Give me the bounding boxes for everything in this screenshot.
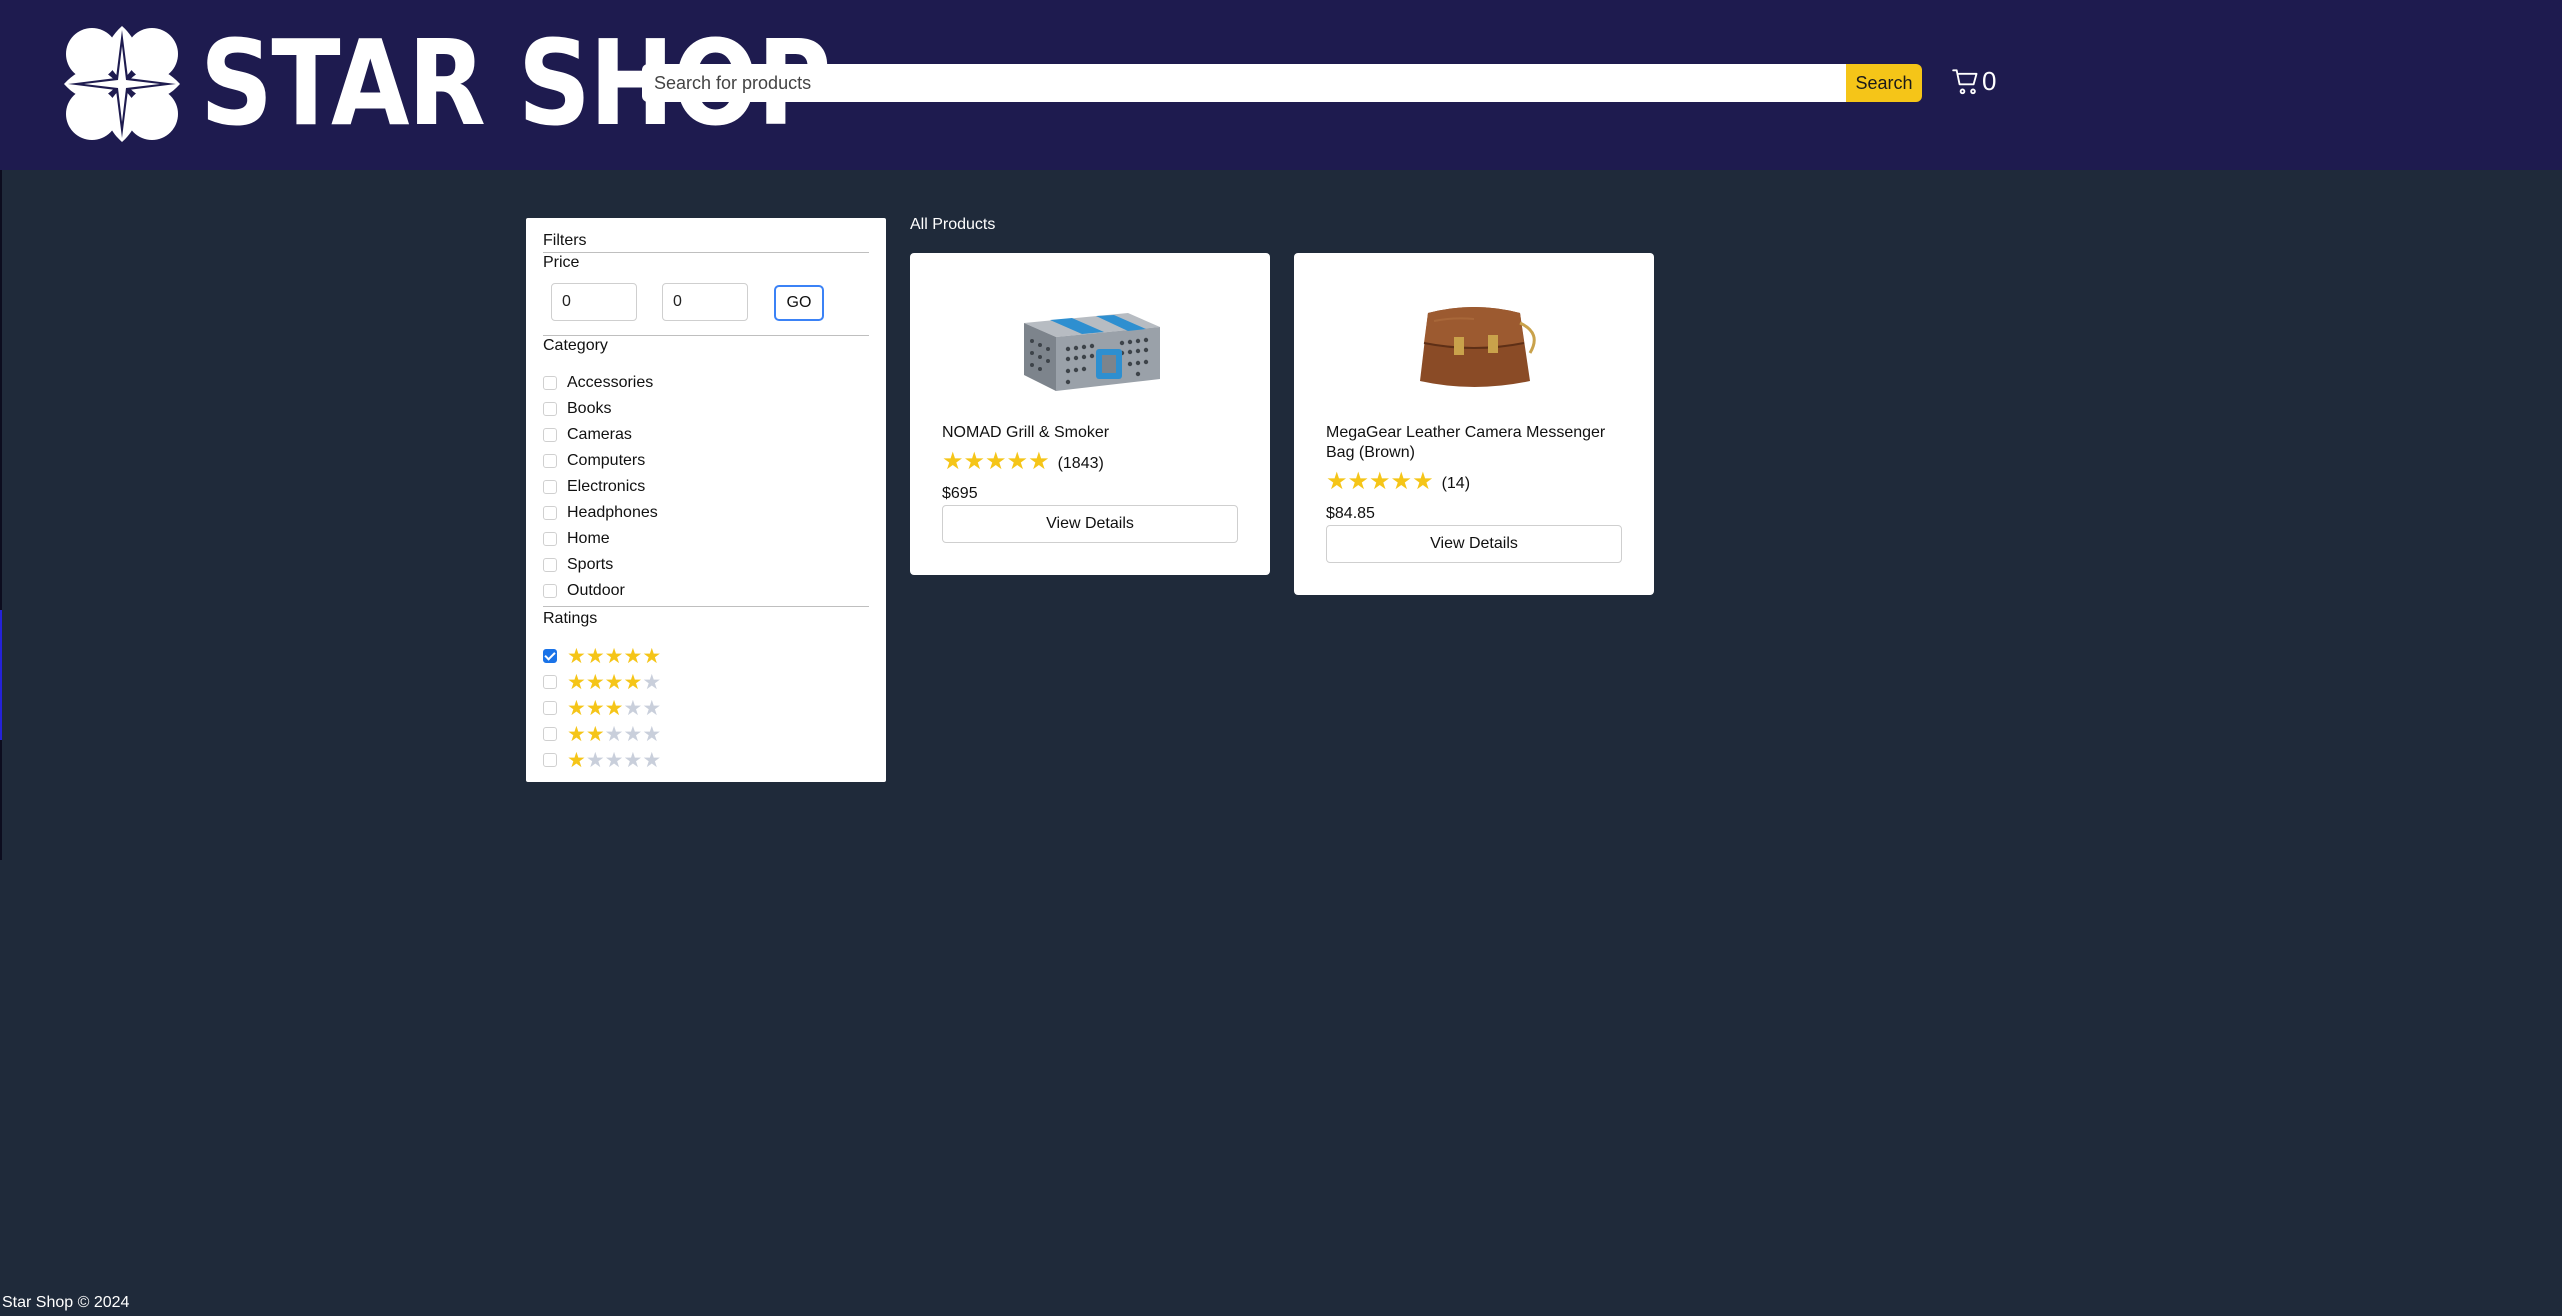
category-item[interactable]: Accessories [543, 370, 869, 396]
product-image[interactable] [1326, 273, 1622, 423]
category-checkbox[interactable] [543, 532, 557, 546]
cart-icon [1952, 68, 1978, 94]
star-rating: ★★★★★ [567, 644, 662, 668]
category-label: Outdoor [567, 582, 625, 599]
category-checkbox[interactable] [543, 376, 557, 390]
star-rating: ★★★★★ [567, 696, 662, 720]
product-price: $695 [942, 485, 978, 502]
category-checkbox[interactable] [543, 584, 557, 598]
price-range: GO [543, 273, 869, 333]
rating-checkbox[interactable] [543, 649, 557, 663]
price-label: Price [543, 254, 580, 271]
rating-checkbox[interactable] [543, 753, 557, 767]
category-checkbox[interactable] [543, 454, 557, 468]
product-image[interactable] [942, 273, 1238, 423]
category-item[interactable]: Home [543, 526, 869, 552]
view-details-button[interactable]: View Details [942, 505, 1238, 543]
rating-option[interactable]: ★★★★★ [543, 643, 869, 669]
product-card: MegaGear Leather Camera Messenger Bag (B… [1294, 253, 1654, 595]
category-label: Books [567, 400, 612, 417]
product-name[interactable]: MegaGear Leather Camera Messenger Bag (B… [1326, 423, 1622, 463]
divider [543, 606, 869, 607]
header: STAR SHOP Search 0 [0, 0, 2562, 170]
price-go-button[interactable]: GO [774, 285, 824, 321]
star-logo-icon[interactable] [62, 24, 182, 144]
category-item[interactable]: Electronics [543, 474, 869, 500]
price-max-input[interactable] [662, 283, 748, 321]
category-label: Home [567, 530, 610, 547]
search-button[interactable]: Search [1846, 64, 1922, 102]
view-details-button[interactable]: View Details [1326, 525, 1622, 563]
rating-option[interactable]: ★★★★★ [543, 721, 869, 747]
product-rating: ★★★★★ (14) [1326, 469, 1622, 495]
products-title: All Products [910, 216, 996, 233]
cart-button[interactable]: 0 [1952, 66, 1996, 97]
ratings-list: ★★★★★ ★★★★★ ★★★★★ ★★★★★ ★★★★★ [543, 643, 869, 773]
star-rating: ★★★★★ [942, 448, 1050, 475]
rating-option[interactable]: ★★★★★ [543, 695, 869, 721]
leather-bag-image [1420, 307, 1536, 387]
category-checkbox[interactable] [543, 558, 557, 572]
category-checkbox[interactable] [543, 402, 557, 416]
category-checkbox[interactable] [543, 480, 557, 494]
category-item[interactable]: Sports [543, 552, 869, 578]
price-min-input[interactable] [551, 283, 637, 321]
star-rating: ★★★★★ [1326, 468, 1434, 495]
category-checkbox[interactable] [543, 506, 557, 520]
rating-checkbox[interactable] [543, 727, 557, 741]
category-checkbox[interactable] [543, 428, 557, 442]
star-rating: ★★★★★ [567, 670, 662, 694]
star-rating: ★★★★★ [567, 722, 662, 746]
footer-text: Star Shop © 2024 [2, 1294, 130, 1311]
left-edge-strip [0, 170, 2, 860]
rating-option[interactable]: ★★★★★ [543, 747, 869, 773]
grill-case-image [1024, 313, 1160, 391]
product-rating: ★★★★★ (1843) [942, 449, 1238, 475]
cart-count: 0 [1982, 66, 1997, 96]
category-label: Electronics [567, 478, 646, 495]
category-list: Accessories Books Cameras Computers Electron… [543, 370, 869, 604]
category-item[interactable]: Cameras [543, 422, 869, 448]
filters-title: Filters [543, 232, 587, 249]
category-item[interactable]: Computers [543, 448, 869, 474]
rating-option[interactable]: ★★★★★ [543, 669, 869, 695]
category-label: Category [543, 337, 608, 354]
review-count: (14) [1441, 475, 1471, 492]
product-price: $84.85 [1326, 505, 1375, 522]
product-name[interactable]: NOMAD Grill & Smoker [942, 423, 1238, 443]
category-item[interactable]: Books [543, 396, 869, 422]
review-count: (1843) [1057, 455, 1104, 472]
filters-panel: Filters Price GO Category Accessories Boo… [526, 218, 886, 782]
category-item[interactable]: Headphones [543, 500, 869, 526]
search-input[interactable] [642, 64, 1847, 102]
category-label: Sports [567, 556, 614, 573]
product-card: NOMAD Grill & Smoker ★★★★★ (1843) $695 V… [910, 253, 1270, 575]
category-label: Computers [567, 452, 646, 469]
category-label: Accessories [567, 374, 654, 391]
category-label: Headphones [567, 504, 658, 521]
rating-checkbox[interactable] [543, 675, 557, 689]
ratings-label: Ratings [543, 610, 598, 627]
category-label: Cameras [567, 426, 632, 443]
star-rating: ★★★★★ [567, 748, 662, 772]
category-item[interactable]: Outdoor [543, 578, 869, 604]
rating-checkbox[interactable] [543, 701, 557, 715]
